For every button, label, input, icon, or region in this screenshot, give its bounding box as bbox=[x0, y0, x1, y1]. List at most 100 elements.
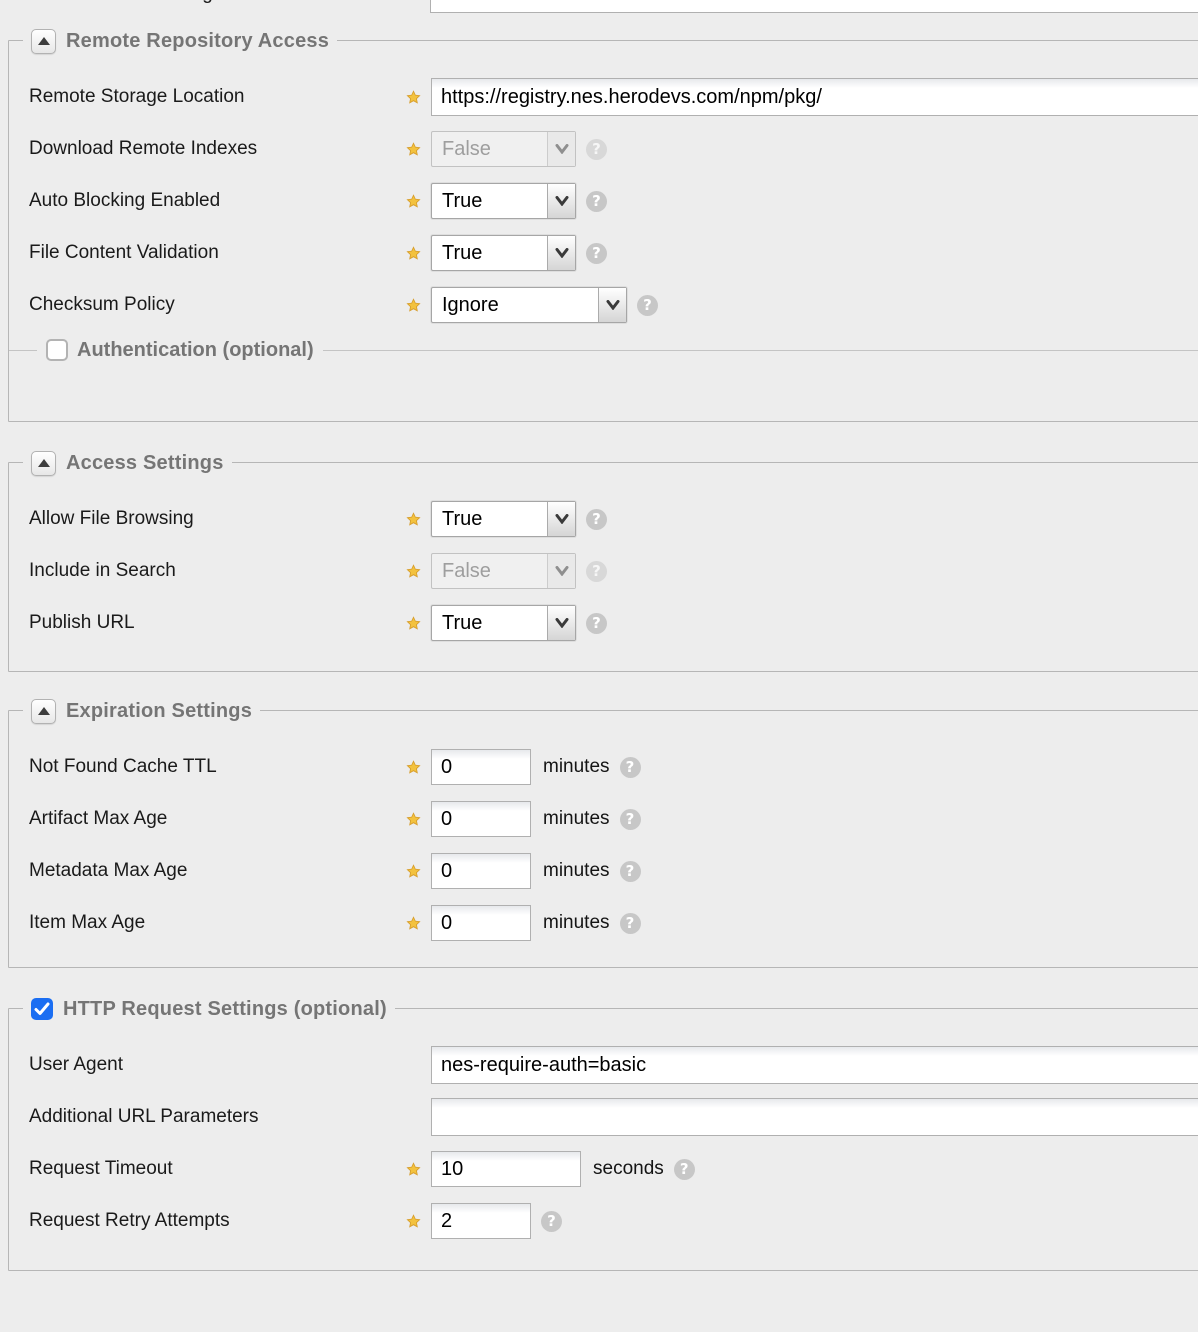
help-icon[interactable]: ? bbox=[541, 1211, 562, 1232]
additional-url-parameters-input[interactable] bbox=[431, 1098, 1198, 1136]
remote-storage-location-input[interactable] bbox=[431, 78, 1198, 116]
chevron-down-icon bbox=[606, 300, 620, 310]
request-retry-attempts-label: Request Retry Attempts bbox=[29, 1210, 406, 1232]
star-slot bbox=[406, 760, 431, 775]
select-arrow-button[interactable] bbox=[547, 606, 575, 640]
help-icon[interactable]: ? bbox=[586, 243, 607, 264]
legend-border-segment bbox=[9, 350, 37, 351]
not-found-cache-ttl-label: Not Found Cache TTL bbox=[29, 756, 406, 778]
chevron-down-icon bbox=[555, 196, 569, 206]
help-icon[interactable]: ? bbox=[620, 757, 641, 778]
chevron-up-icon bbox=[38, 459, 50, 467]
user-agent-label: User Agent bbox=[29, 1054, 406, 1076]
collapse-button[interactable] bbox=[31, 451, 56, 476]
help-icon[interactable]: ? bbox=[620, 861, 641, 882]
request-timeout-label: Request Timeout bbox=[29, 1158, 406, 1180]
required-star-icon bbox=[406, 1214, 421, 1229]
help-icon[interactable]: ? bbox=[674, 1159, 695, 1180]
chevron-down-icon bbox=[555, 566, 569, 576]
chevron-down-icon bbox=[555, 144, 569, 154]
include-in-search-select-value: False bbox=[432, 554, 547, 588]
required-star-icon bbox=[406, 564, 421, 579]
help-icon[interactable]: ? bbox=[586, 509, 607, 530]
subsection-legend-authentication-optional: Authentication (optional) bbox=[9, 335, 1198, 365]
help-icon[interactable]: ? bbox=[586, 561, 607, 582]
help-icon[interactable]: ? bbox=[620, 913, 641, 934]
publish-url-label: Publish URL bbox=[29, 612, 406, 634]
download-remote-indexes-label: Download Remote Indexes bbox=[29, 138, 406, 160]
publish-url-select-value: True bbox=[432, 606, 547, 640]
form-row-publish-url: Publish URL True? bbox=[29, 597, 1198, 649]
additional-url-parameters-label: Additional URL Parameters bbox=[29, 1106, 406, 1128]
section-legend: Expiration Settings bbox=[23, 697, 260, 725]
star-slot bbox=[406, 298, 431, 313]
repository-config-form: Override Local Storage Location Remote R… bbox=[0, 0, 1198, 1332]
allow-file-browsing-select[interactable]: True bbox=[431, 501, 576, 537]
chevron-down-icon bbox=[555, 618, 569, 628]
item-max-age-input[interactable] bbox=[431, 905, 531, 941]
select-arrow-button[interactable] bbox=[547, 184, 575, 218]
auto-blocking-enabled-label: Auto Blocking Enabled bbox=[29, 190, 406, 212]
download-remote-indexes-select-value: False bbox=[432, 132, 547, 166]
section-legend: HTTP Request Settings (optional) bbox=[23, 995, 395, 1023]
section-legend: Remote Repository Access bbox=[23, 27, 337, 55]
collapse-button[interactable] bbox=[31, 699, 56, 724]
form-row-allow-file-browsing: Allow File Browsing True? bbox=[29, 493, 1198, 545]
section-rows: User Agent Additional URL Parameters Reque… bbox=[9, 1009, 1198, 1247]
help-icon[interactable]: ? bbox=[586, 613, 607, 634]
request-timeout-unit-label: seconds bbox=[593, 1158, 664, 1180]
form-row-checksum-policy: Checksum Policy Ignore? bbox=[29, 279, 1198, 331]
form-row-additional-url-parameters: Additional URL Parameters bbox=[29, 1091, 1198, 1143]
required-star-icon bbox=[406, 246, 421, 261]
section-legend-label: Expiration Settings bbox=[66, 700, 252, 723]
auto-blocking-enabled-select-value: True bbox=[432, 184, 547, 218]
select-arrow-button[interactable] bbox=[598, 288, 626, 322]
override-local-storage-location-input[interactable] bbox=[430, 0, 1198, 13]
file-content-validation-select[interactable]: True bbox=[431, 235, 576, 271]
help-icon[interactable]: ? bbox=[637, 295, 658, 316]
publish-url-select[interactable]: True bbox=[431, 605, 576, 641]
fieldset-remote-repository-access: Remote Repository AccessRemote Storage L… bbox=[8, 40, 1198, 422]
subsection-legend-label: Authentication (optional) bbox=[77, 339, 314, 362]
help-icon[interactable]: ? bbox=[620, 809, 641, 830]
select-arrow-button bbox=[547, 554, 575, 588]
help-icon[interactable]: ? bbox=[586, 191, 607, 212]
request-retry-attempts-input[interactable] bbox=[431, 1203, 531, 1239]
section-rows: Remote Storage Location Download Remote I… bbox=[9, 41, 1198, 365]
form-row-auto-blocking-enabled: Auto Blocking Enabled True? bbox=[29, 175, 1198, 227]
auto-blocking-enabled-select[interactable]: True bbox=[431, 183, 576, 219]
include-in-search-label: Include in Search bbox=[29, 560, 406, 582]
fieldset-expiration-settings: Expiration SettingsNot Found Cache TTLmi… bbox=[8, 710, 1198, 968]
form-row-remote-storage-location: Remote Storage Location bbox=[29, 71, 1198, 123]
star-slot bbox=[406, 142, 431, 157]
metadata-max-age-label: Metadata Max Age bbox=[29, 860, 406, 882]
select-arrow-button[interactable] bbox=[547, 502, 575, 536]
authentication-optional-checkbox[interactable] bbox=[46, 339, 68, 361]
chevron-up-icon bbox=[38, 707, 50, 715]
form-row-not-found-cache-ttl: Not Found Cache TTLminutes? bbox=[29, 741, 1198, 793]
metadata-max-age-unit-label: minutes bbox=[543, 860, 610, 882]
form-row-include-in-search: Include in Search False? bbox=[29, 545, 1198, 597]
star-slot bbox=[406, 864, 431, 879]
checksum-policy-label: Checksum Policy bbox=[29, 294, 406, 316]
artifact-max-age-input[interactable] bbox=[431, 801, 531, 837]
http-request-settings-optional-checkbox[interactable] bbox=[31, 998, 53, 1020]
section-legend: Access Settings bbox=[23, 449, 232, 477]
file-content-validation-label: File Content Validation bbox=[29, 242, 406, 264]
chevron-up-icon bbox=[38, 37, 50, 45]
select-arrow-button[interactable] bbox=[547, 236, 575, 270]
metadata-max-age-input[interactable] bbox=[431, 853, 531, 889]
request-timeout-input[interactable] bbox=[431, 1151, 581, 1187]
checksum-policy-select[interactable]: Ignore bbox=[431, 287, 627, 323]
help-icon[interactable]: ? bbox=[586, 139, 607, 160]
allow-file-browsing-label: Allow File Browsing bbox=[29, 508, 406, 530]
star-slot bbox=[406, 90, 431, 105]
collapse-button[interactable] bbox=[31, 29, 56, 54]
user-agent-input[interactable] bbox=[431, 1046, 1198, 1084]
section-legend-label: HTTP Request Settings (optional) bbox=[63, 998, 387, 1021]
star-slot bbox=[406, 916, 431, 931]
fieldset-http-request-settings-optional: HTTP Request Settings (optional)User Age… bbox=[8, 1008, 1198, 1271]
star-slot bbox=[406, 512, 431, 527]
section-legend-label: Access Settings bbox=[66, 452, 224, 475]
not-found-cache-ttl-input[interactable] bbox=[431, 749, 531, 785]
